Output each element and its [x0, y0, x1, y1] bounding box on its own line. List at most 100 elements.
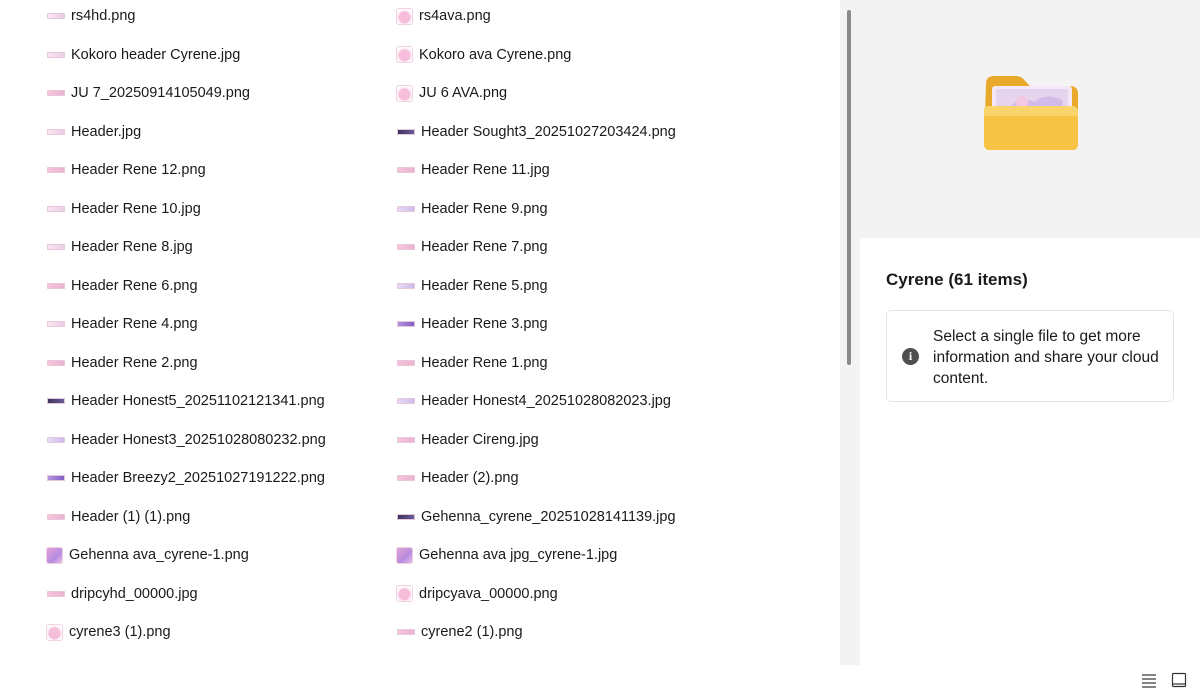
file-item[interactable]: dripcyava_00000.png [396, 575, 746, 614]
file-item[interactable]: Header Honest5_20251102121341.png [46, 382, 396, 421]
file-item[interactable]: cyrene2 (1).png [396, 613, 746, 652]
file-item[interactable]: Header Rene 5.png [396, 267, 746, 306]
file-name: Header Rene 7.png [421, 239, 548, 256]
vertical-scrollbar-thumb[interactable] [847, 10, 851, 365]
file-name: cyrene2 (1).png [421, 624, 523, 641]
file-item[interactable]: Header Rene 10.jpg [46, 190, 396, 229]
file-item[interactable]: Header Rene 11.jpg [396, 151, 746, 190]
file-thumbnail-icon [397, 244, 415, 251]
file-thumbnail-icon [397, 128, 415, 135]
file-thumbnail-icon [46, 546, 63, 564]
file-thumbnail-icon [47, 51, 65, 58]
file-item[interactable]: JU 7_20250914105049.png [46, 74, 396, 113]
file-item[interactable]: rs4ava.png [396, 0, 746, 36]
file-thumbnail-icon [397, 513, 415, 520]
file-name: Header Sought3_20251027203424.png [421, 123, 676, 140]
file-item[interactable]: Header Rene 4.png [46, 305, 396, 344]
file-item[interactable]: Header Sought3_20251027203424.png [396, 113, 746, 152]
details-title: Cyrene (61 items) [886, 270, 1028, 289]
file-item[interactable]: Header Honest3_20251028080232.png [46, 421, 396, 460]
file-item[interactable]: dripcyhd_00000.jpg [46, 575, 396, 614]
file-name: JU 6 AVA.png [419, 85, 508, 102]
file-item[interactable]: Header Rene 8.jpg [46, 228, 396, 267]
file-name: Header Rene 2.png [71, 354, 198, 371]
file-item[interactable]: Header.jpg [46, 113, 396, 152]
file-name: Header Rene 11.jpg [421, 162, 550, 179]
file-explorer-window: rs4hd.png rs4ava.png Kokoro header Cyrene.… [0, 0, 1200, 695]
file-name: Header Honest3_20251028080232.png [71, 431, 326, 448]
file-item[interactable]: Header (1) (1).png [46, 498, 396, 537]
info-icon: i [902, 348, 919, 365]
file-item[interactable]: Gehenna ava_cyrene-1.png [46, 536, 396, 575]
file-name: Header Rene 12.png [71, 162, 206, 179]
file-name: Gehenna_cyrene_20251028141139.jpg [421, 508, 676, 525]
file-item[interactable]: Header Rene 7.png [396, 228, 746, 267]
file-name: Header Rene 4.png [71, 316, 198, 333]
file-name: cyrene3 (1).png [69, 624, 171, 641]
file-thumbnail-icon [397, 321, 415, 328]
tiles-view-icon[interactable] [1170, 672, 1188, 688]
file-item[interactable]: Header Cireng.jpg [396, 421, 746, 460]
file-item[interactable]: rs4hd.png [46, 0, 396, 36]
file-thumbnail-icon [396, 46, 413, 64]
file-item[interactable]: Header Breezy2_20251027191222.png [46, 459, 396, 498]
file-name: Gehenna ava jpg_cyrene-1.jpg [419, 547, 618, 564]
file-name: Header Rene 5.png [421, 277, 548, 294]
preview-area [860, 0, 1200, 238]
file-thumbnail-icon [397, 282, 415, 289]
file-name: rs4ava.png [419, 8, 491, 25]
info-message: Select a single file to get more informa… [933, 328, 1159, 387]
file-thumbnail-icon [397, 205, 415, 212]
file-item[interactable]: Header Rene 12.png [46, 151, 396, 190]
folder-icon [984, 76, 1078, 150]
file-thumbnail-icon [396, 546, 413, 564]
file-item[interactable]: Header Rene 2.png [46, 344, 396, 383]
file-name: Kokoro ava Cyrene.png [419, 46, 572, 63]
file-thumbnail-icon [396, 7, 413, 25]
file-name: Header (2).png [421, 470, 519, 487]
details-pane: Cyrene (61 items) i Select a single file… [860, 0, 1200, 665]
file-thumbnail-icon [397, 398, 415, 405]
file-thumbnail-icon [397, 629, 415, 636]
file-name: Header Rene 6.png [71, 277, 198, 294]
file-thumbnail-icon [47, 590, 65, 597]
status-bar [0, 665, 1200, 695]
file-list-pane: rs4hd.png rs4ava.png Kokoro header Cyrene.… [0, 0, 840, 665]
file-thumbnail-icon [47, 282, 65, 289]
file-thumbnail-icon [47, 359, 65, 366]
file-name: rs4hd.png [71, 8, 136, 25]
file-item[interactable]: Header Rene 1.png [396, 344, 746, 383]
file-item[interactable]: cyrene3 (1).png [46, 613, 396, 652]
file-name: Header Rene 9.png [421, 200, 548, 217]
file-name: Header Breezy2_20251027191222.png [71, 470, 325, 487]
file-item[interactable]: JU 6 AVA.png [396, 74, 746, 113]
file-thumbnail-icon [47, 398, 65, 405]
file-thumbnail-icon [397, 475, 415, 482]
file-thumbnail-icon [47, 13, 65, 20]
file-name: Header (1) (1).png [71, 508, 191, 525]
file-item[interactable]: Header Rene 3.png [396, 305, 746, 344]
file-thumbnail-icon [397, 167, 415, 174]
file-name: Gehenna ava_cyrene-1.png [69, 547, 249, 564]
file-item[interactable]: Gehenna_cyrene_20251028141139.jpg [396, 498, 746, 537]
file-item[interactable]: Header Rene 6.png [46, 267, 396, 306]
file-item[interactable]: Header Honest4_20251028082023.jpg [396, 382, 746, 421]
details-view-icon[interactable] [1140, 672, 1158, 688]
file-item[interactable]: Gehenna ava jpg_cyrene-1.jpg [396, 536, 746, 575]
file-thumbnail-icon [47, 244, 65, 251]
file-thumbnail-icon [47, 436, 65, 443]
file-item[interactable]: Kokoro ava Cyrene.png [396, 36, 746, 75]
file-name: Header Rene 3.png [421, 316, 548, 333]
file-thumbnail-icon [47, 90, 65, 97]
file-item[interactable]: Header Rene 9.png [396, 190, 746, 229]
file-name: Header Rene 1.png [421, 354, 548, 371]
file-grid: rs4hd.png rs4ava.png Kokoro header Cyrene.… [46, 0, 826, 652]
file-item[interactable]: Kokoro header Cyrene.jpg [46, 36, 396, 75]
file-name: Header Cireng.jpg [421, 431, 539, 448]
file-name: Header Rene 10.jpg [71, 200, 201, 217]
file-name: Header Rene 8.jpg [71, 239, 193, 256]
file-thumbnail-icon [396, 84, 413, 102]
file-thumbnail-icon [47, 513, 65, 520]
file-item[interactable]: Header (2).png [396, 459, 746, 498]
file-thumbnail-icon [47, 321, 65, 328]
